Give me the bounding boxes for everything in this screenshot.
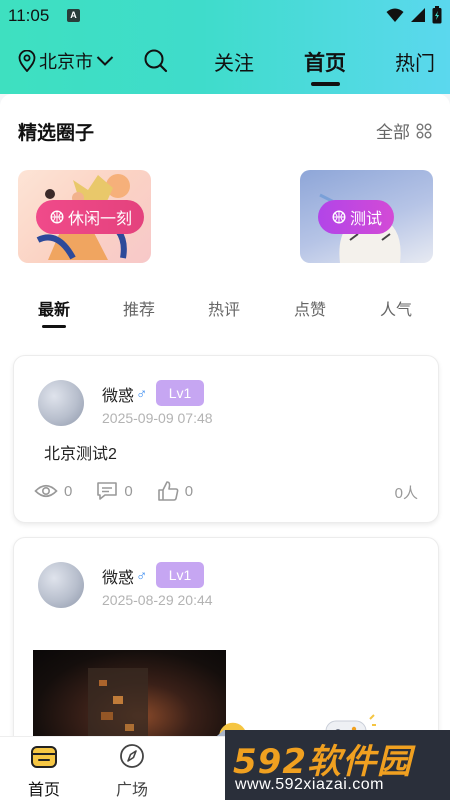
people-count: 0人 <box>394 485 418 502</box>
main-content: 精选圈子 全部 休闲一刻 测试 最新 推荐 热评 点赞 人气 微惑 ♂ Lv1 … <box>0 94 450 736</box>
likes-count: 0 <box>184 482 194 500</box>
post-author[interactable]: 微惑 ♂ <box>102 382 147 406</box>
views-stat: 0 <box>34 482 72 500</box>
thumbs-up-icon <box>157 481 179 501</box>
male-icon: ♂ <box>136 567 148 585</box>
comments-count: 0 <box>124 482 133 500</box>
tab-active-indicator <box>311 82 340 86</box>
post-time: 2025-08-29 20:44 <box>102 592 213 608</box>
circle-label-test: 测试 <box>350 211 383 228</box>
bottom-nav-home[interactable]: 首页 <box>14 743 74 800</box>
post-author[interactable]: 微惑 ♂ <box>102 564 147 588</box>
comment-icon <box>97 482 118 500</box>
basketball-icon <box>332 210 346 224</box>
wifi-icon <box>386 8 404 22</box>
tab-hot[interactable]: 热门 <box>395 47 435 76</box>
sort-tab-popularity[interactable]: 人气 <box>380 296 412 320</box>
level-badge: Lv1 <box>156 380 204 406</box>
post-time: 2025-09-09 07:48 <box>102 410 213 426</box>
author-name: 微惑 <box>102 388 135 405</box>
battery-icon <box>432 6 442 24</box>
location-selector[interactable]: 北京市 <box>18 48 114 74</box>
grid-icon <box>416 123 432 138</box>
status-bar: 11:05 A <box>0 0 450 32</box>
section-title-circles: 精选圈子 <box>18 123 95 144</box>
compass-icon <box>120 744 144 768</box>
location-pin-icon <box>18 50 36 72</box>
home-icon <box>31 746 57 768</box>
feed-sort-tabs: 最新 推荐 热评 点赞 人气 <box>0 290 450 330</box>
level-badge: Lv1 <box>156 562 204 588</box>
views-count: 0 <box>64 482 73 500</box>
bottom-nav-square-label: 广场 <box>115 782 148 799</box>
basketball-icon <box>50 210 64 224</box>
circle-pill-leisure: 休闲一刻 <box>36 200 145 234</box>
circle-card-leisure[interactable]: 休闲一刻 <box>18 170 151 263</box>
circle-card-test[interactable]: 测试 <box>300 170 433 263</box>
sort-tab-hot-comments[interactable]: 热评 <box>208 296 240 320</box>
sort-tab-indicator <box>42 325 66 328</box>
all-circles-label: 全部 <box>376 123 410 142</box>
search-button[interactable] <box>143 48 169 74</box>
location-label: 北京市 <box>39 52 93 72</box>
watermark-banner: 592软件园 www.592xiazai.com <box>225 730 450 800</box>
chevron-down-icon <box>96 56 114 66</box>
circle-pill-test: 测试 <box>318 200 395 234</box>
top-nav: 北京市 关注 首页 热门 <box>0 38 450 88</box>
top-header: 11:05 A 北京市 关注 首页 热门 <box>0 0 450 94</box>
sort-tab-recommend[interactable]: 推荐 <box>123 296 155 320</box>
signal-icon <box>411 8 425 22</box>
circle-label-leisure: 休闲一刻 <box>68 211 133 228</box>
male-icon: ♂ <box>136 385 148 403</box>
tab-home[interactable]: 首页 <box>304 47 346 77</box>
sort-tab-latest[interactable]: 最新 <box>38 296 70 320</box>
comments-stat[interactable]: 0 <box>96 481 133 501</box>
watermark-url: www.592xiazai.com <box>235 776 384 793</box>
all-circles-link[interactable]: 全部 <box>376 118 432 143</box>
author-name: 微惑 <box>102 570 135 587</box>
likes-stat[interactable]: 0 <box>157 480 193 502</box>
avatar[interactable] <box>38 562 84 608</box>
post-card[interactable]: 微惑 ♂ Lv1 2025-09-09 07:48 北京测试2 0 0 0 0人 <box>13 355 439 523</box>
status-icons <box>386 6 442 24</box>
status-time: 11:05 <box>8 6 50 25</box>
tab-follow[interactable]: 关注 <box>214 47 254 76</box>
bottom-nav-home-label: 首页 <box>27 782 60 799</box>
notification-icon: A <box>67 9 80 22</box>
post-content: 北京测试2 <box>44 446 117 463</box>
avatar[interactable] <box>38 380 84 426</box>
search-icon <box>144 49 168 73</box>
post-stats: 0 0 0 <box>34 480 217 502</box>
bottom-nav-square[interactable]: 广场 <box>102 743 162 800</box>
sort-tab-likes[interactable]: 点赞 <box>294 296 326 320</box>
eye-icon <box>34 484 58 498</box>
